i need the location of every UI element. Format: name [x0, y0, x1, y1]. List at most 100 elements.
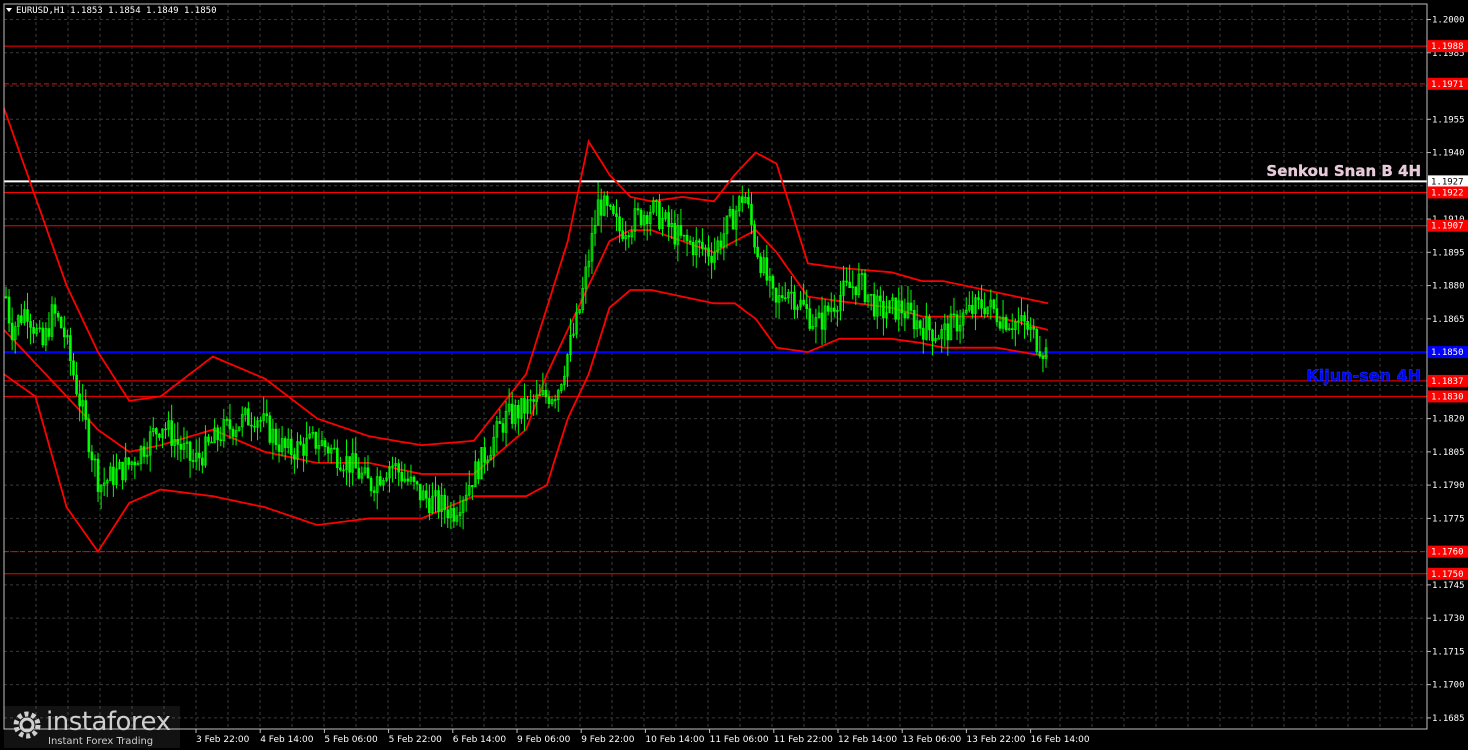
candle-body — [231, 428, 235, 437]
candle-body — [599, 199, 603, 216]
y-tick-label: 1.1865 — [1432, 315, 1465, 325]
candle-body — [808, 308, 812, 329]
candle-body — [201, 457, 204, 466]
candle-body — [1023, 315, 1026, 322]
candle-body — [523, 397, 526, 414]
candle-body — [56, 313, 60, 318]
x-tick-label: 6 Feb 14:00 — [453, 735, 507, 745]
candle-body — [158, 433, 161, 438]
candle-body — [719, 240, 723, 248]
candle-body — [406, 478, 410, 482]
candle-body — [253, 425, 256, 428]
y-tick-label: 1.1940 — [1432, 149, 1465, 159]
level-tag-text: 1.1988 — [1431, 42, 1464, 52]
y-tick-label: 1.1775 — [1432, 514, 1465, 524]
y-tick-label: 1.2000 — [1432, 16, 1465, 26]
candle-body — [176, 439, 180, 445]
candle-body — [771, 276, 775, 289]
candle-body — [793, 291, 796, 310]
x-tick-label: 3 Feb 22:00 — [196, 735, 250, 745]
y-tick-label: 1.1955 — [1432, 115, 1465, 125]
candle-body — [1038, 351, 1042, 357]
level-tag-text: 1.1750 — [1431, 570, 1464, 580]
candle-body — [483, 447, 486, 463]
x-tick-label: 13 Feb 06:00 — [902, 735, 961, 745]
y-tick-label: 1.1745 — [1432, 581, 1465, 591]
candle-body — [250, 424, 253, 427]
candle-body — [544, 389, 548, 398]
candle-body — [673, 222, 677, 245]
candle-body — [366, 467, 370, 479]
candle-body — [501, 423, 505, 433]
candle-body — [1032, 326, 1036, 330]
candle-body — [155, 428, 158, 435]
candle-body — [756, 246, 759, 258]
candle-body — [428, 498, 431, 514]
candle-body — [912, 310, 916, 330]
candle-body — [872, 294, 876, 317]
candle-body — [216, 427, 219, 441]
candle-body — [452, 507, 456, 522]
candle-body — [833, 307, 836, 312]
candle-body — [645, 215, 649, 225]
candle-body — [191, 460, 195, 462]
candle-body — [615, 213, 618, 217]
y-tick-label: 1.1715 — [1432, 647, 1465, 657]
logo-brand: instaforex — [46, 707, 171, 737]
candle-body — [848, 281, 851, 289]
candle-body — [446, 509, 450, 519]
candle-body — [96, 458, 100, 492]
candle-body — [667, 212, 670, 228]
x-tick-label: 5 Feb 06:00 — [324, 735, 378, 745]
candle-body — [679, 225, 683, 236]
candle-body — [747, 196, 750, 205]
candle-body — [62, 327, 66, 338]
candle-body — [72, 360, 75, 376]
level-tag-text: 1.1760 — [1431, 548, 1464, 558]
candle-body — [854, 286, 858, 296]
candle-body — [918, 320, 922, 329]
x-tick-label: 5 Feb 22:00 — [389, 735, 443, 745]
candle-body — [894, 297, 897, 320]
candle-body — [909, 302, 913, 311]
candle-body — [170, 420, 173, 446]
candle-body — [882, 300, 885, 319]
level-tag-text: 1.1971 — [1431, 80, 1464, 90]
candle-body — [424, 490, 428, 499]
candle-body — [207, 436, 210, 443]
candle-body — [774, 287, 778, 303]
x-tick-label: 11 Feb 22:00 — [774, 735, 833, 745]
candle-body — [7, 296, 11, 324]
candle-body — [293, 454, 296, 460]
candle-body — [826, 305, 830, 312]
x-tick-label: 13 Feb 22:00 — [966, 735, 1025, 745]
candle-body — [688, 240, 692, 243]
candle-body — [179, 444, 183, 450]
candle-body — [415, 481, 419, 485]
candle-body — [133, 461, 137, 466]
candle-body — [701, 242, 704, 249]
price-chart[interactable]: 1.20001.19851.19551.19401.19101.18951.18… — [0, 0, 1468, 750]
candle-body — [314, 431, 318, 449]
x-tick-label: 16 Feb 14:00 — [1031, 735, 1090, 745]
y-tick-label: 1.1895 — [1432, 248, 1465, 258]
candle-body — [369, 477, 373, 492]
candle-body — [691, 241, 695, 256]
candle-body — [946, 323, 950, 341]
candle-body — [29, 321, 32, 328]
candle-body — [112, 466, 115, 485]
y-tick-label: 1.1880 — [1432, 282, 1465, 292]
candle-body — [995, 308, 999, 323]
candle-body — [780, 295, 784, 299]
candle-body — [553, 399, 557, 401]
level-tag-text: 1.1837 — [1431, 377, 1464, 387]
candle-body — [992, 299, 996, 309]
candle-body — [268, 415, 272, 443]
candle-body — [372, 490, 376, 493]
candle-body — [1041, 355, 1045, 359]
candle-body — [612, 205, 615, 214]
senkou-annotation: Senkou Snan B 4H — [1266, 162, 1421, 180]
candle-body — [354, 453, 358, 469]
candle-body — [20, 315, 23, 323]
candle-body — [75, 374, 78, 395]
